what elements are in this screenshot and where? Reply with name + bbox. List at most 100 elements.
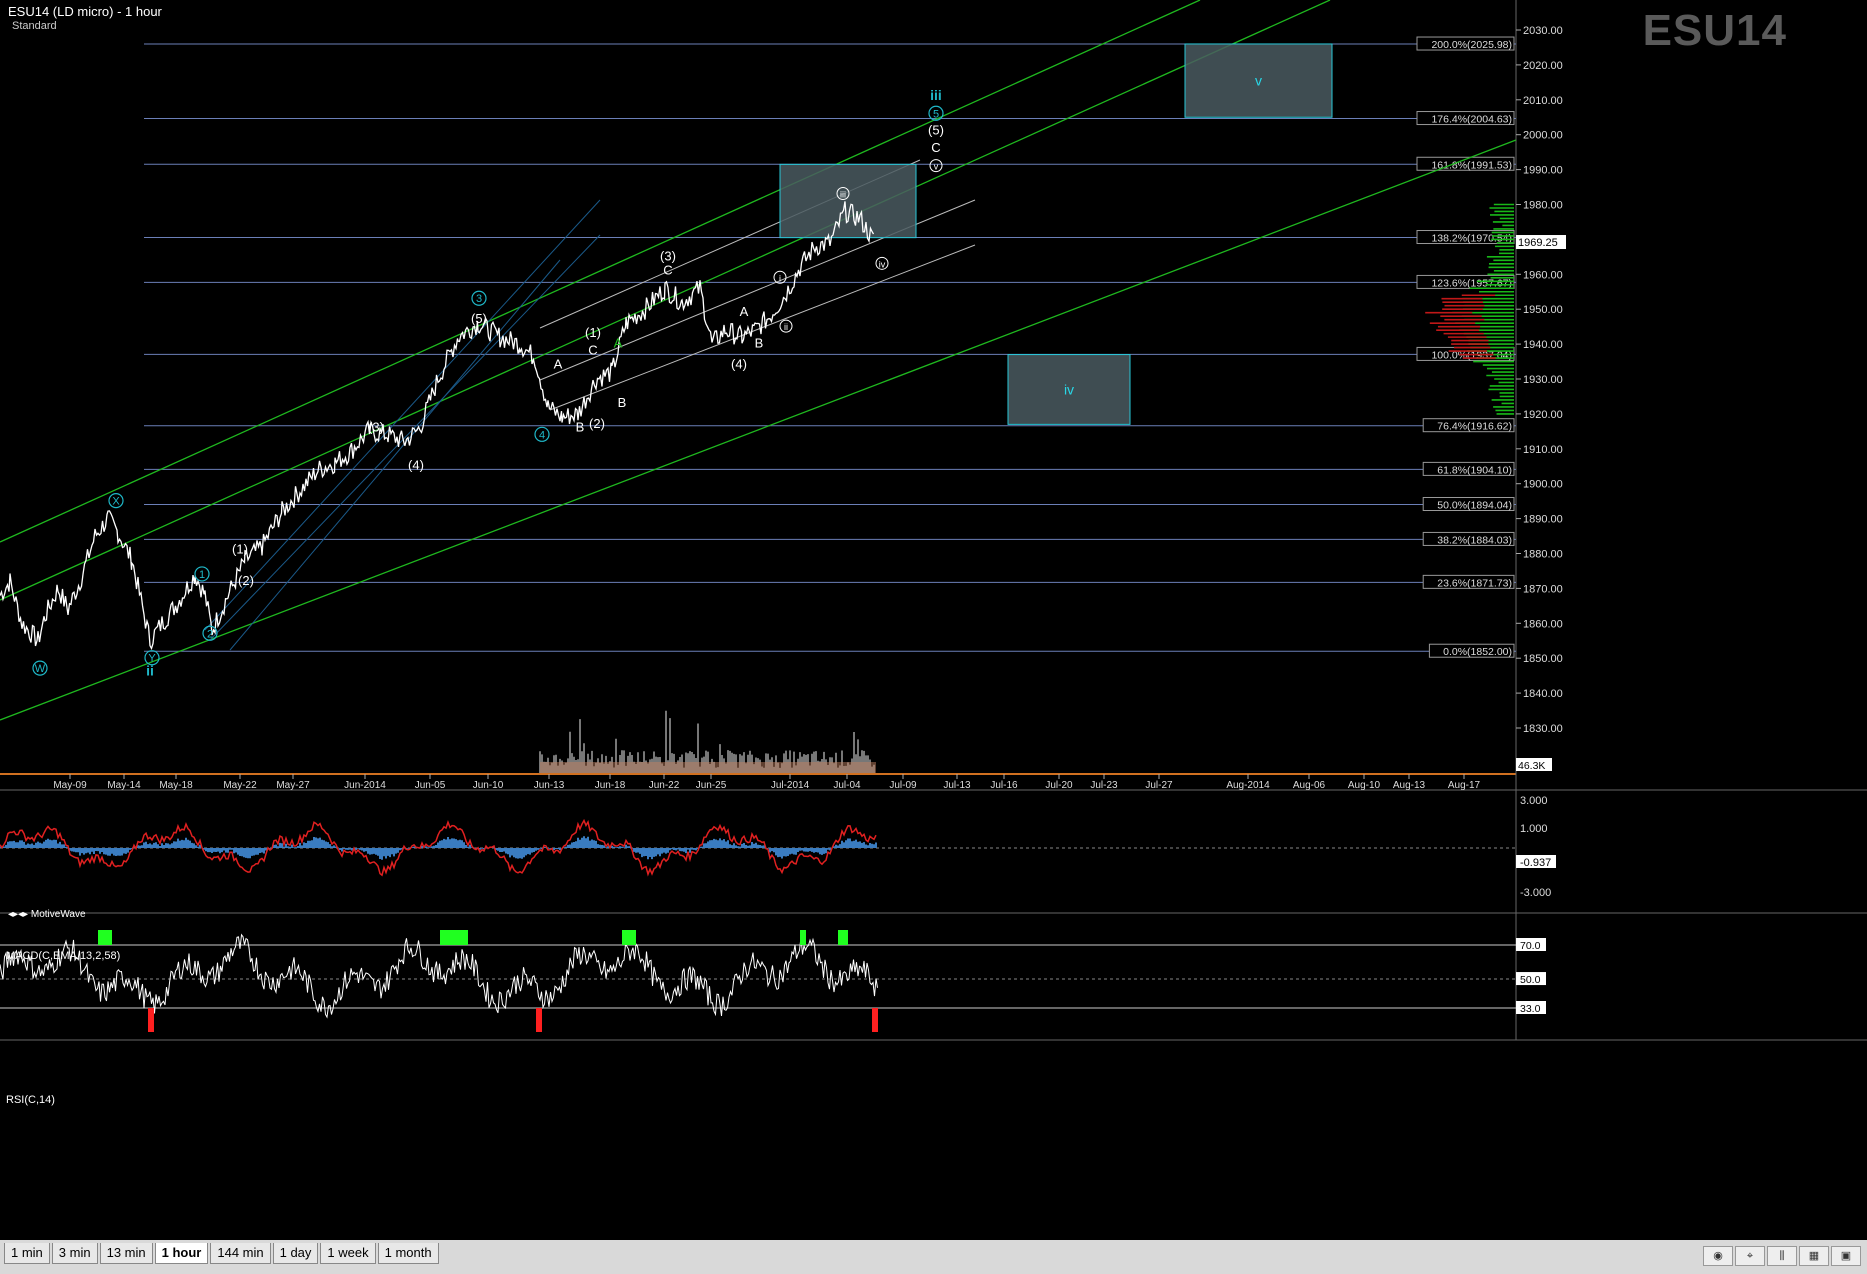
wave-label: (2): [589, 416, 605, 431]
tab-1-month[interactable]: 1 month: [377, 1243, 439, 1264]
rsi-oversold-fill: [148, 1008, 154, 1032]
fib-level-label: 0.0%(1852.00): [1443, 646, 1512, 658]
tab-1-week[interactable]: 1 week: [320, 1243, 376, 1264]
y-tick-label: 1900.00: [1523, 479, 1563, 491]
fib-level-label: 161.8%(1991.53): [1431, 159, 1512, 171]
tab-1-min[interactable]: 1 min: [4, 1243, 50, 1264]
wave-label: 4: [539, 429, 545, 441]
rsi-overbought-fill: [838, 930, 848, 945]
fib-level-label: 23.6%(1871.73): [1437, 577, 1512, 589]
wave-label: (3): [368, 419, 384, 434]
chart-title: ESU14 (LD micro) - 1 hour: [8, 4, 162, 19]
wave-label: (4): [731, 357, 747, 372]
timeframe-tabs: 1 min 3 min 13 min 1 hour 144 min 1 day 1 week…: [4, 1243, 441, 1265]
rsi-tick-label: 33.0: [1520, 1003, 1541, 1015]
eye-icon[interactable]: ◉: [1703, 1246, 1733, 1266]
rsi-overbought-fill: [800, 930, 806, 945]
wave-label: A: [740, 304, 749, 319]
x-tick-label: Jun-25: [696, 780, 727, 791]
target-box-label: iv: [1064, 381, 1074, 397]
y-tick-label: 2010.00: [1523, 95, 1563, 107]
rsi-overbought-fill: [622, 930, 636, 945]
x-tick-label: Aug-10: [1348, 780, 1381, 791]
fib-level-label: 76.4%(1916.62): [1437, 421, 1512, 433]
y-tick-label: 1890.00: [1523, 514, 1563, 526]
y-tick-label: 2000.00: [1523, 130, 1563, 142]
x-tick-label: Jul-27: [1145, 780, 1173, 791]
wave-label: A: [614, 336, 623, 351]
wave-label: iii: [840, 190, 846, 200]
cursor-icon[interactable]: ⌖: [1735, 1246, 1765, 1266]
macd-tick-label: -3.000: [1520, 887, 1551, 899]
x-tick-label: Jul-2014: [771, 780, 810, 791]
y-tick-label: 1880.00: [1523, 549, 1563, 561]
macd-tick-label: 1.000: [1520, 823, 1548, 835]
wave-label: C: [931, 140, 940, 155]
x-tick-label: Jul-13: [943, 780, 971, 791]
tab-3-min[interactable]: 3 min: [51, 1243, 98, 1264]
toolbar: ◉ ⌖ ⫼ ▦ ▣: [1701, 1246, 1861, 1266]
main-chart[interactable]: 2030.00 2020.00 2010.00 2000.00 1990.00 1980.…: [0, 0, 1867, 1274]
macd-last-label: -0.937: [1520, 857, 1551, 869]
wave-label: 1: [199, 569, 205, 581]
rsi-title: RSI(C,14): [6, 1094, 55, 1106]
last-price-label: 1969.25: [1518, 237, 1558, 249]
price-series: [0, 201, 875, 651]
wave-label: (5): [471, 311, 487, 326]
x-tick-label: Aug-17: [1448, 780, 1481, 791]
window-icon[interactable]: ▣: [1831, 1246, 1861, 1266]
rsi-tick-label: 70.0: [1520, 940, 1541, 952]
wave-label: (5): [928, 123, 944, 138]
fib-level-label: 38.2%(1884.03): [1437, 534, 1512, 546]
x-tick-label: Jul-16: [990, 780, 1018, 791]
tab-13-min[interactable]: 13 min: [99, 1243, 153, 1264]
y-tick-label: 1980.00: [1523, 200, 1563, 212]
macd-histogram: [0, 836, 877, 860]
symbol-watermark: ESU14: [1642, 6, 1787, 55]
target-box-label: v: [1255, 73, 1262, 89]
y-tick-label: 1990.00: [1523, 165, 1563, 177]
x-tick-label: May-18: [159, 780, 193, 791]
x-tick-label: Jun-18: [595, 780, 626, 791]
brand-label: MotiveWave: [30, 909, 86, 920]
tab-1-hour[interactable]: 1 hour: [154, 1243, 209, 1264]
wave-label: C: [663, 262, 672, 277]
wave-label: B: [755, 336, 764, 351]
x-tick-label: Jun-10: [473, 780, 504, 791]
x-tick-label: Jul-23: [1090, 780, 1118, 791]
rsi-line: [0, 933, 878, 1019]
x-tick-label: Jun-05: [415, 780, 446, 791]
y-tick-label: 1940.00: [1523, 339, 1563, 351]
wave-label: i: [779, 273, 781, 283]
channel-line: [0, 0, 1201, 543]
macd-title: MACD(C,EMA,13,2,58): [6, 950, 121, 962]
x-tick-label: Jun-2014: [344, 780, 386, 791]
y-tick-label: 1950.00: [1523, 304, 1563, 316]
rsi-overbought-fill: [98, 930, 112, 945]
wave-label: W: [35, 663, 46, 675]
y-tick-label: 1860.00: [1523, 618, 1563, 630]
wave-channel-line: [549, 244, 976, 411]
fib-level-label: 176.4%(2004.63): [1431, 114, 1512, 126]
channel-line: [0, 139, 1517, 721]
y-tick-label: 1840.00: [1523, 688, 1563, 700]
x-tick-label: Aug-13: [1393, 780, 1426, 791]
wave-label: (4): [408, 458, 424, 473]
calendar-icon[interactable]: ▦: [1799, 1246, 1829, 1266]
fib-level-label: 50.0%(1894.04): [1437, 500, 1512, 512]
tab-144-min[interactable]: 144 min: [210, 1243, 271, 1264]
tab-1-day[interactable]: 1 day: [272, 1243, 319, 1264]
x-tick-label: Jul-04: [833, 780, 861, 791]
wave-label: 3: [476, 293, 482, 305]
rsi-oversold-fill: [536, 1008, 542, 1032]
wave-label: X: [112, 496, 120, 508]
x-tick-label: May-27: [276, 780, 310, 791]
bars-icon[interactable]: ⫼: [1767, 1246, 1797, 1266]
x-tick-label: May-22: [223, 780, 257, 791]
wave-label: iii: [930, 87, 942, 103]
fib-level-label: 200.0%(2025.98): [1431, 39, 1512, 51]
wave-label: 5: [933, 108, 939, 120]
y-tick-label: 1930.00: [1523, 374, 1563, 386]
volume-label: 46.3K: [1518, 760, 1545, 772]
chart-subtitle: Standard: [12, 20, 57, 32]
